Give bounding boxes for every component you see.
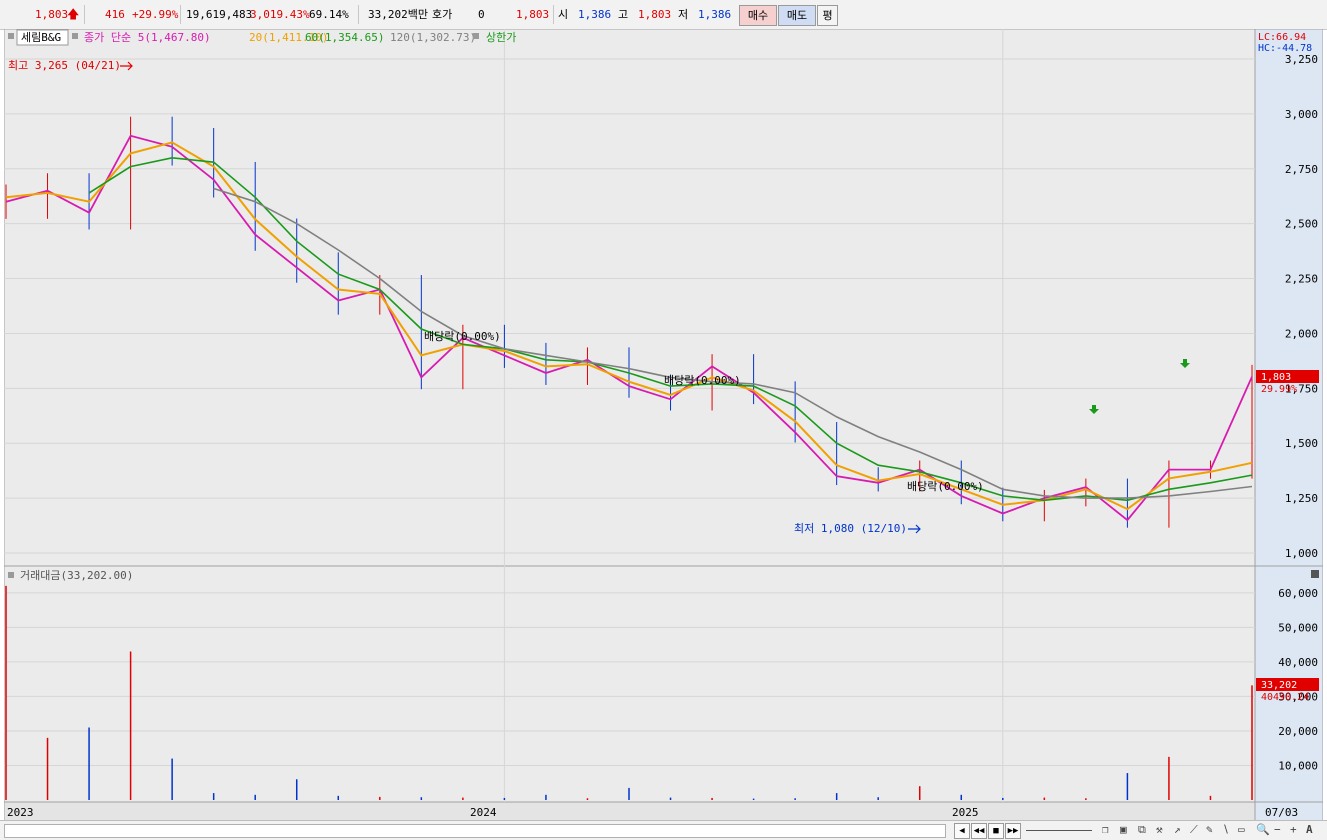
price-tick-label: 2,500 [1285, 218, 1318, 231]
legend-ma5: 종가 단순 5(1,467.80) [84, 31, 211, 44]
price-tick-label: 1,250 [1285, 492, 1318, 505]
low-annotation: 최저 1,080 (12/10) [794, 522, 907, 535]
volume-ma-tag: 40490.24 [1261, 692, 1309, 703]
x-label-end: 07/03 [1265, 806, 1298, 819]
volume-tick-label: 10,000 [1278, 759, 1318, 772]
high-value: 1,803 [638, 8, 672, 21]
last-volume-tag-text: 33,202 [1261, 680, 1297, 691]
zoom-in-icon[interactable]: + [1290, 823, 1297, 837]
scroll-track[interactable] [4, 824, 946, 838]
volume-tick-label: 20,000 [1278, 725, 1318, 738]
trade-volume: 19,619,483 [186, 8, 253, 21]
legend-stock-marker [8, 33, 14, 39]
up-arrow-icon: 🡅 [67, 7, 80, 21]
x-axis [3, 801, 1256, 823]
dividend-label-1: 배당락(0.00%) [424, 330, 501, 343]
low-value: 1,386 [698, 8, 732, 21]
panel-close-icon[interactable] [1311, 570, 1319, 578]
volume-tick-label: 40,000 [1278, 656, 1318, 669]
x-label-2024: 2024 [470, 806, 497, 819]
eval-button[interactable]: 평 [817, 5, 838, 26]
price-tick-label: 3,000 [1285, 108, 1318, 121]
trend-line-icon[interactable]: ⟋ [1190, 823, 1198, 837]
fast-forward-icon[interactable]: ▶▶ [1005, 823, 1021, 839]
turnover-rate: 69.14% [309, 8, 349, 21]
buy-button[interactable]: 매수 [739, 5, 777, 26]
tool-icon[interactable]: ⚒ [1156, 823, 1163, 837]
zoom-slider[interactable] [1026, 830, 1092, 831]
x-label-2025: 2025 [952, 806, 979, 819]
chart-area[interactable]: 3,250 3,000 2,750 2,500 2,250 2,000 1,750 1,500… [3, 28, 1324, 823]
open-value: 1,386 [578, 8, 612, 21]
legend-volume: 거래대금(33,202.00) [20, 569, 133, 582]
bid-value: 0 [478, 8, 485, 21]
rewind-icon[interactable]: ◀◀ [971, 823, 987, 839]
bid-label: 호가 [432, 8, 453, 21]
price-tick-label: 2,250 [1285, 273, 1318, 286]
price-panel [3, 28, 1256, 567]
price-change-pct: +29.99% [132, 8, 179, 21]
dividend-label-2: 배당락(0.00%) [664, 374, 741, 387]
open-label: 시 [558, 8, 569, 21]
high-annotation: 최고 3,265 (04/21) [8, 59, 121, 72]
dividend-label-3: 배당락(0.00%) [907, 480, 984, 493]
trade-amount: 33,202백만 [368, 8, 428, 21]
high-label: 고 [618, 8, 629, 21]
line-icon[interactable]: ∖ [1222, 823, 1229, 837]
stock-name: 세림B&G [21, 31, 61, 44]
zoom-out-icon[interactable]: − [1274, 823, 1281, 837]
price-tick-label: 1,000 [1285, 547, 1318, 560]
chart-svg[interactable]: 3,2503,0002,7502,5002,2502,0001,7501,500… [3, 28, 1324, 823]
legend-ma-marker [72, 33, 78, 39]
low-label: 저 [678, 8, 689, 21]
price-tick-label: 3,250 [1285, 53, 1318, 66]
sell-button[interactable]: 매도 [778, 5, 816, 26]
legend-volume-marker [8, 572, 14, 578]
price-tick-label: 2,000 [1285, 327, 1318, 340]
legend-limit: 상한가 [486, 31, 516, 44]
last-price-tag-text: 1,803 [1261, 372, 1291, 383]
stop-icon[interactable]: ■ [988, 823, 1004, 839]
auto-scale-icon[interactable]: A [1306, 823, 1313, 837]
chart-navigation-bar: ◀ ◀◀ ■ ▶▶ ❐ ▣ ⧉ ⚒ ↗ ⟋ ✎ ∖ ▭ 🔍 − + A [0, 820, 1327, 840]
price-tick-label: 1,500 [1285, 437, 1318, 450]
volume-panel [3, 565, 1256, 803]
layers-icon[interactable]: ⧉ [1138, 823, 1146, 837]
volume-tick-label: 50,000 [1278, 621, 1318, 634]
search-icon[interactable]: 🔍 [1256, 823, 1270, 837]
bid-price: 1,803 [516, 8, 550, 21]
chart-type-icon[interactable]: ↗ [1174, 823, 1181, 837]
price-tick-label: 2,750 [1285, 163, 1318, 176]
lc-readout: LC:66.94 [1258, 32, 1306, 43]
x-label-2023: 2023 [7, 806, 34, 819]
draw-icon[interactable]: ✎ [1206, 823, 1213, 837]
price-change: 416 [105, 8, 125, 21]
copy-icon[interactable]: ❐ [1102, 823, 1109, 837]
legend-ma120: 120(1,302.73) [390, 31, 476, 44]
quote-bar: 1,803 🡅 416 +29.99% 19,619,483 3,019.43%… [0, 0, 1327, 30]
hc-readout: HC:-44.78 [1258, 43, 1312, 54]
scroll-prev-button[interactable]: ◀ [954, 823, 970, 839]
volume-ratio: 3,019.43% [250, 8, 310, 21]
current-price: 1,803 [35, 8, 69, 21]
legend-limit-marker [473, 33, 479, 39]
volume-tick-label: 60,000 [1278, 587, 1318, 600]
ruler-icon[interactable]: ▭ [1238, 823, 1245, 837]
last-pct-tag: 29.99% [1261, 384, 1297, 395]
legend-ma60: 60(1,354.65) [305, 31, 384, 44]
image-icon[interactable]: ▣ [1120, 823, 1127, 837]
